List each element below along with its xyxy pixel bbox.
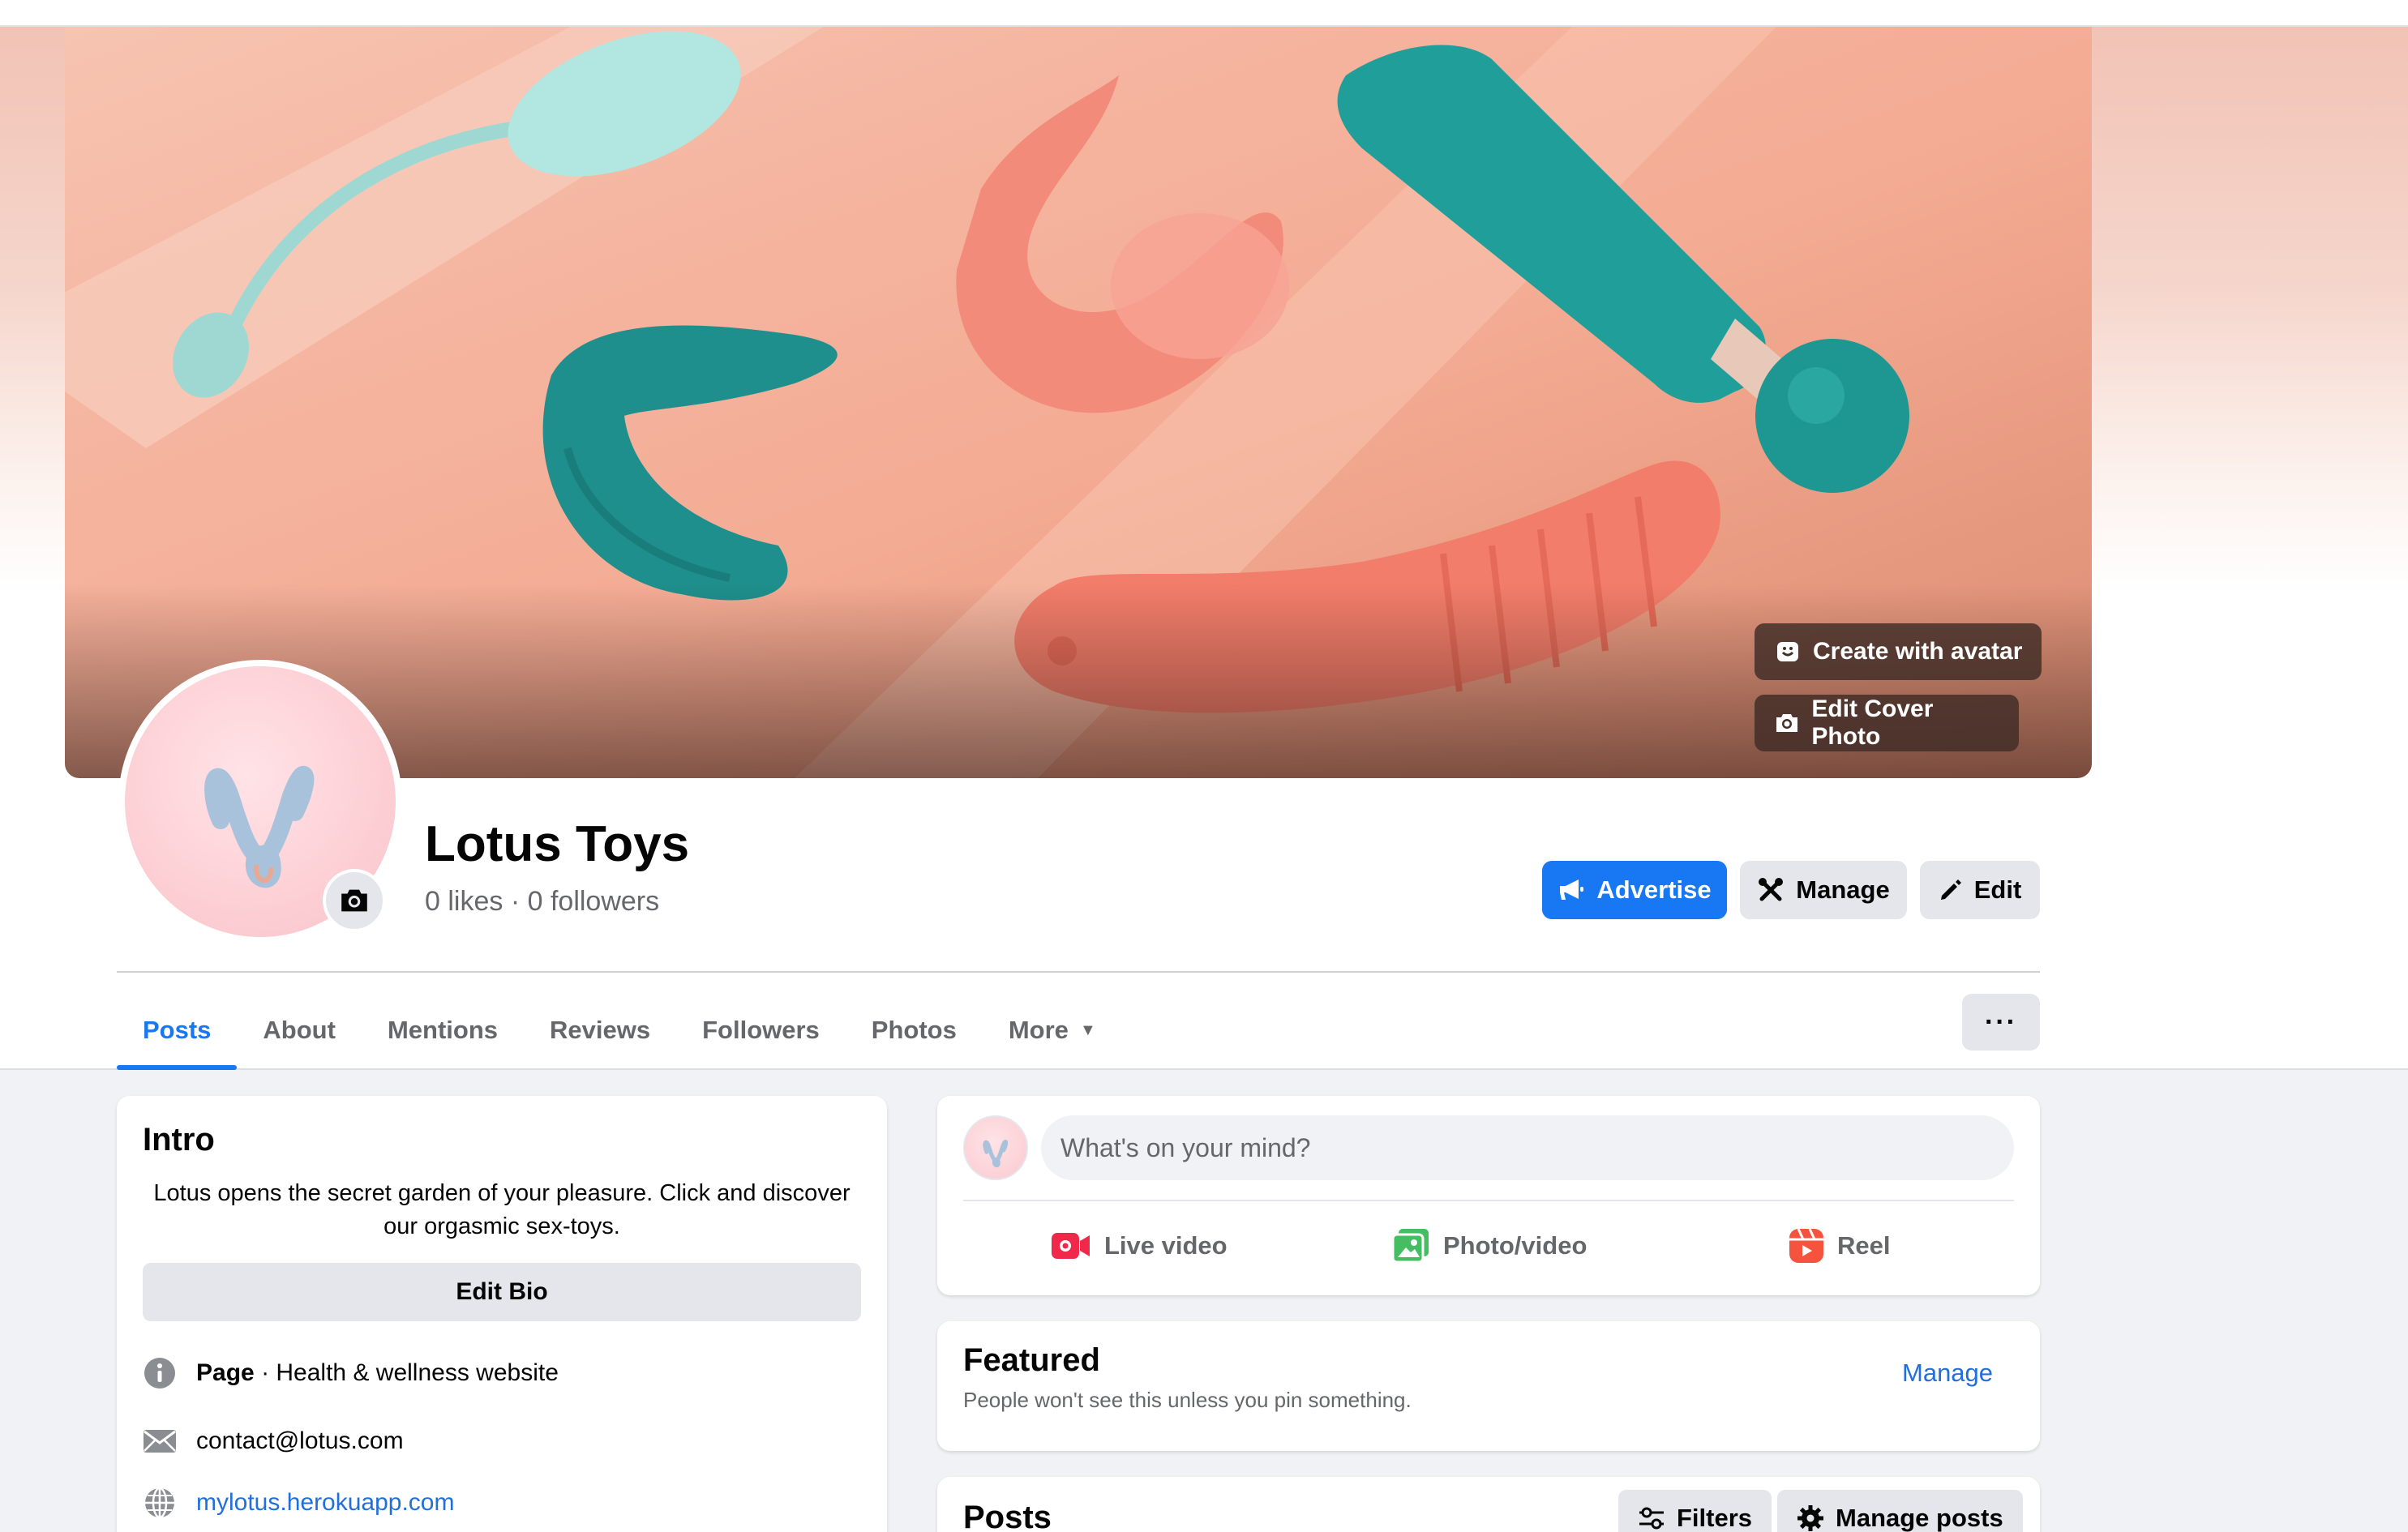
edit-label: Edit [1973, 875, 2022, 904]
page-stats: 0 likes · 0 followers [425, 886, 659, 918]
manage-posts-button[interactable]: Manage posts [1777, 1490, 2023, 1532]
reel-button[interactable]: Reel [1789, 1217, 1890, 1274]
photo-video-button[interactable]: Photo/video [1391, 1217, 1587, 1274]
top-navigation-bar [0, 0, 2408, 27]
page-title: Lotus Toys [425, 816, 690, 872]
live-video-button[interactable]: Live video [1051, 1217, 1228, 1274]
tab-more[interactable]: More ▼ [983, 991, 1122, 1070]
intro-page-label: Page [196, 1359, 255, 1386]
caret-down-icon: ▼ [1079, 1021, 1096, 1039]
tab-followers-label: Followers [702, 1016, 820, 1044]
stats-separator: · [510, 886, 521, 917]
tab-followers[interactable]: Followers [676, 991, 846, 1070]
featured-manage-link[interactable]: Manage [1902, 1359, 1993, 1388]
tools-icon [1759, 878, 1784, 901]
filters-button[interactable]: Filters [1618, 1490, 1772, 1532]
featured-title: Featured [963, 1342, 1100, 1378]
reel-label: Reel [1837, 1231, 1891, 1260]
megaphone-icon [1560, 879, 1584, 900]
tab-about-label: About [263, 1016, 336, 1044]
live-video-label: Live video [1104, 1231, 1228, 1260]
intro-title: Intro [143, 1122, 215, 1158]
edit-cover-photo-label: Edit Cover Photo [1811, 695, 1934, 750]
sliders-icon [1639, 1507, 1664, 1530]
avatar-sticker-icon [1774, 638, 1802, 665]
intro-email[interactable]: contact@lotus.com [196, 1427, 404, 1455]
more-options-icon: ··· [1985, 1006, 2017, 1038]
camera-icon [341, 889, 367, 912]
advertise-label: Advertise [1596, 875, 1712, 904]
whats-on-your-mind-input[interactable]: What's on your mind? [1041, 1115, 2014, 1180]
more-options-button[interactable]: ··· [1962, 994, 2040, 1051]
composer-placeholder: What's on your mind? [1060, 1132, 1311, 1162]
intro-card: Intro Lotus opens the secret garden of y… [117, 1096, 887, 1532]
featured-card: Featured People won't see this unless yo… [937, 1321, 2040, 1451]
reel-icon [1789, 1228, 1823, 1263]
composer-divider [963, 1200, 2014, 1201]
lotus-logo-icon [983, 1139, 1009, 1168]
filters-label: Filters [1677, 1504, 1753, 1532]
tab-about[interactable]: About [237, 991, 362, 1070]
manage-button[interactable]: Manage [1740, 861, 1907, 919]
edit-page-button[interactable]: Edit [1920, 861, 2040, 919]
posts-title: Posts [963, 1500, 1052, 1532]
tab-reviews[interactable]: Reviews [524, 991, 676, 1070]
tab-mentions-label: Mentions [387, 1016, 499, 1044]
photo-video-icon [1391, 1229, 1429, 1264]
header-divider [117, 971, 2040, 973]
page-tabs: Posts About Mentions Reviews Followers P… [117, 991, 1122, 1070]
envelope-icon [143, 1424, 177, 1458]
followers-count[interactable]: 0 followers [528, 886, 660, 917]
manage-label: Manage [1796, 875, 1890, 904]
edit-bio-button[interactable]: Edit Bio [143, 1263, 861, 1321]
update-profile-picture-button[interactable] [323, 869, 386, 932]
camera-icon [1774, 709, 1800, 737]
edit-bio-label: Edit Bio [456, 1278, 548, 1305]
intro-category: · Health & wellness website [261, 1359, 559, 1386]
pencil-icon [1940, 879, 1961, 900]
intro-bio: Lotus opens the secret garden of your pl… [153, 1180, 851, 1239]
intro-email-row: contact@lotus.com [143, 1422, 404, 1461]
likes-count[interactable]: 0 likes [425, 886, 503, 917]
posts-card: Posts Filters Manage posts [937, 1477, 2040, 1532]
info-icon [143, 1356, 177, 1390]
composer-avatar[interactable] [963, 1115, 1028, 1180]
tab-more-label: More [1008, 1016, 1069, 1044]
gear-icon [1797, 1505, 1823, 1531]
tab-posts[interactable]: Posts [117, 991, 238, 1070]
advertise-button[interactable]: Advertise [1542, 861, 1727, 919]
intro-category-row: Page · Health & wellness website [143, 1354, 559, 1393]
tab-photos[interactable]: Photos [846, 991, 983, 1070]
globe-icon [143, 1486, 177, 1520]
tab-mentions[interactable]: Mentions [362, 991, 524, 1070]
manage-posts-label: Manage posts [1836, 1504, 2003, 1532]
live-video-icon [1052, 1233, 1090, 1259]
featured-subtitle: People won't see this unless you pin som… [963, 1388, 1412, 1412]
create-with-avatar-button[interactable]: Create with avatar [1755, 623, 2042, 680]
tab-photos-label: Photos [871, 1016, 957, 1044]
tab-reviews-label: Reviews [550, 1016, 651, 1044]
tab-posts-label: Posts [143, 1016, 212, 1044]
photo-video-label: Photo/video [1443, 1231, 1587, 1260]
post-composer-card: What's on your mind? Live video Photo/vi… [937, 1096, 2040, 1295]
intro-website-row: mylotus.herokuapp.com [143, 1483, 455, 1522]
intro-website-link[interactable]: mylotus.herokuapp.com [196, 1489, 455, 1517]
create-with-avatar-label: Create with avatar [1813, 638, 2023, 665]
edit-cover-photo-button[interactable]: Edit Cover Photo [1755, 695, 2019, 751]
